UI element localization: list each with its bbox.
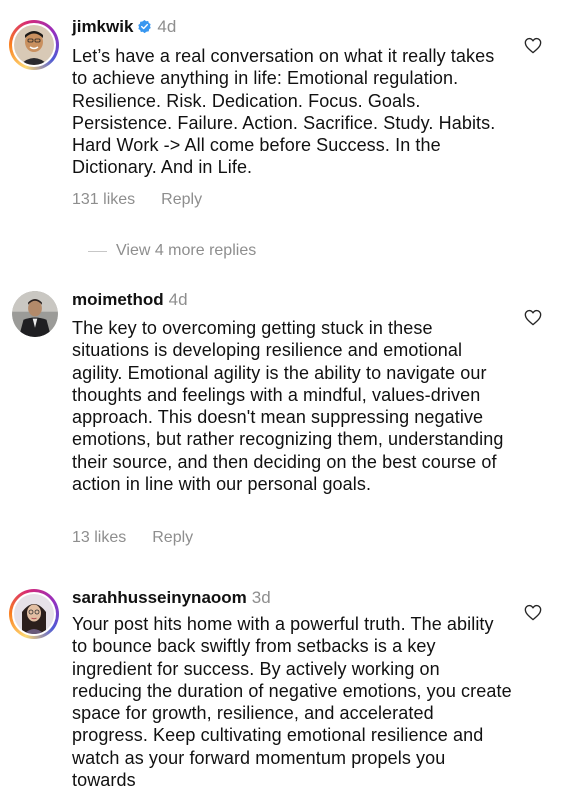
avatar-image: [14, 594, 54, 634]
likes-count[interactable]: 13 likes: [72, 529, 126, 546]
heart-outline-icon[interactable]: [524, 37, 542, 54]
username-link[interactable]: sarahhusseinynaoom: [72, 588, 247, 607]
timestamp: 3d: [251, 588, 271, 607]
view-more-replies-button[interactable]: View 4 more replies: [88, 240, 256, 262]
comment-actions: 13 likes Reply: [72, 529, 193, 547]
avatar[interactable]: [9, 20, 59, 70]
avatar-image: [14, 25, 54, 65]
username-link[interactable]: moimethod: [72, 290, 164, 309]
avatar[interactable]: [12, 291, 58, 337]
view-replies-label: View 4 more replies: [116, 242, 257, 259]
timestamp: 4d: [157, 17, 177, 36]
comment-actions: 131 likes Reply: [72, 191, 202, 209]
heart-outline-icon[interactable]: [524, 604, 542, 621]
comment-header: moimethod 4d: [72, 290, 188, 310]
timestamp: 4d: [168, 290, 188, 309]
heart-outline-icon[interactable]: [524, 309, 542, 326]
reply-button[interactable]: Reply: [152, 529, 193, 546]
username-link[interactable]: jimkwik: [72, 17, 133, 36]
avatar-image: [12, 291, 58, 337]
comment-header: jimkwik 4d: [72, 17, 176, 37]
comment-text: Let’s have a real conversation on what i…: [72, 46, 496, 178]
avatar[interactable]: [9, 589, 59, 639]
comment-text: Your post hits home with a powerful trut…: [72, 614, 512, 789]
reply-button[interactable]: Reply: [161, 191, 202, 208]
verified-badge-icon: [138, 19, 152, 34]
divider: [88, 250, 107, 252]
comment-header: sarahhusseinynaoom 3d: [72, 588, 271, 608]
likes-count[interactable]: 131 likes: [72, 191, 135, 208]
comment-text: The key to overcoming getting stuck in t…: [72, 318, 504, 495]
